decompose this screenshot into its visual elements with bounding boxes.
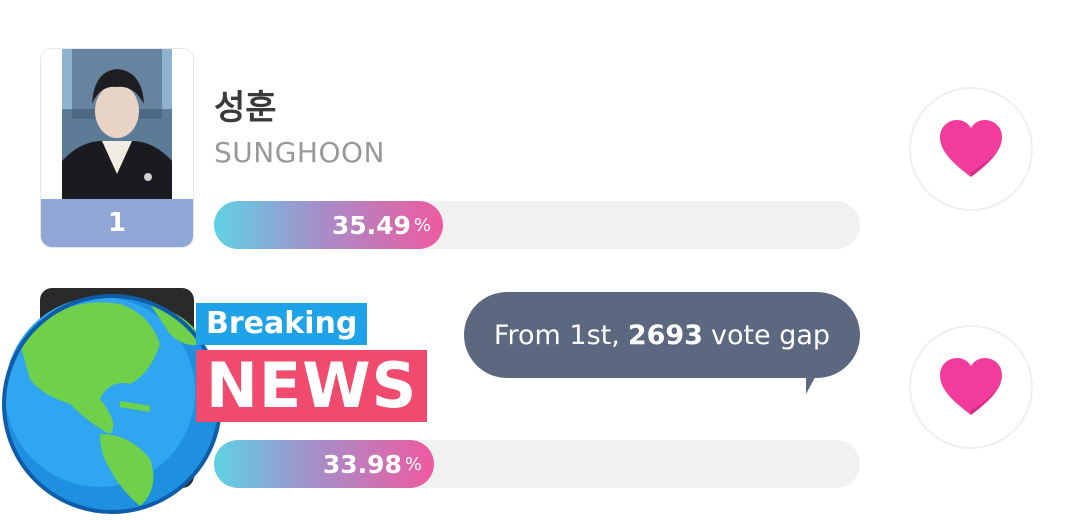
candidate-card-1[interactable]: 1 <box>40 48 194 248</box>
vote-heart-button[interactable] <box>909 87 1033 211</box>
vote-heart-button[interactable] <box>909 325 1033 449</box>
candidate-photo <box>62 49 172 201</box>
gap-count: 2693 <box>627 319 703 351</box>
tooltip-tail <box>806 372 818 394</box>
gap-prefix: From 1st, <box>493 319 620 351</box>
gap-suffix: vote gap <box>710 319 831 351</box>
heart-icon <box>940 358 1002 415</box>
candidate-name-english: SUNGHOON <box>214 136 385 169</box>
vote-progress-fill: 33.98% <box>214 440 434 488</box>
news-label: NEWS <box>196 350 428 422</box>
vote-percent: 33.98 <box>322 449 402 479</box>
vote-percent: 35.49 <box>331 210 411 240</box>
vote-gap-tooltip: From 1st, 2693 vote gap <box>464 292 860 378</box>
rank-badge: 1 <box>41 199 193 247</box>
globe-icon <box>0 284 226 516</box>
percent-unit: % <box>404 453 422 475</box>
heart-icon <box>940 120 1002 177</box>
vote-progress-fill: 35.49% <box>214 201 443 249</box>
vote-progress-track: 33.98% <box>214 440 860 488</box>
percent-unit: % <box>413 214 431 236</box>
candidate-name-korean: 성훈 <box>214 88 277 128</box>
vote-progress-track: 35.49% <box>214 201 860 249</box>
breaking-label: Breaking <box>196 303 368 345</box>
